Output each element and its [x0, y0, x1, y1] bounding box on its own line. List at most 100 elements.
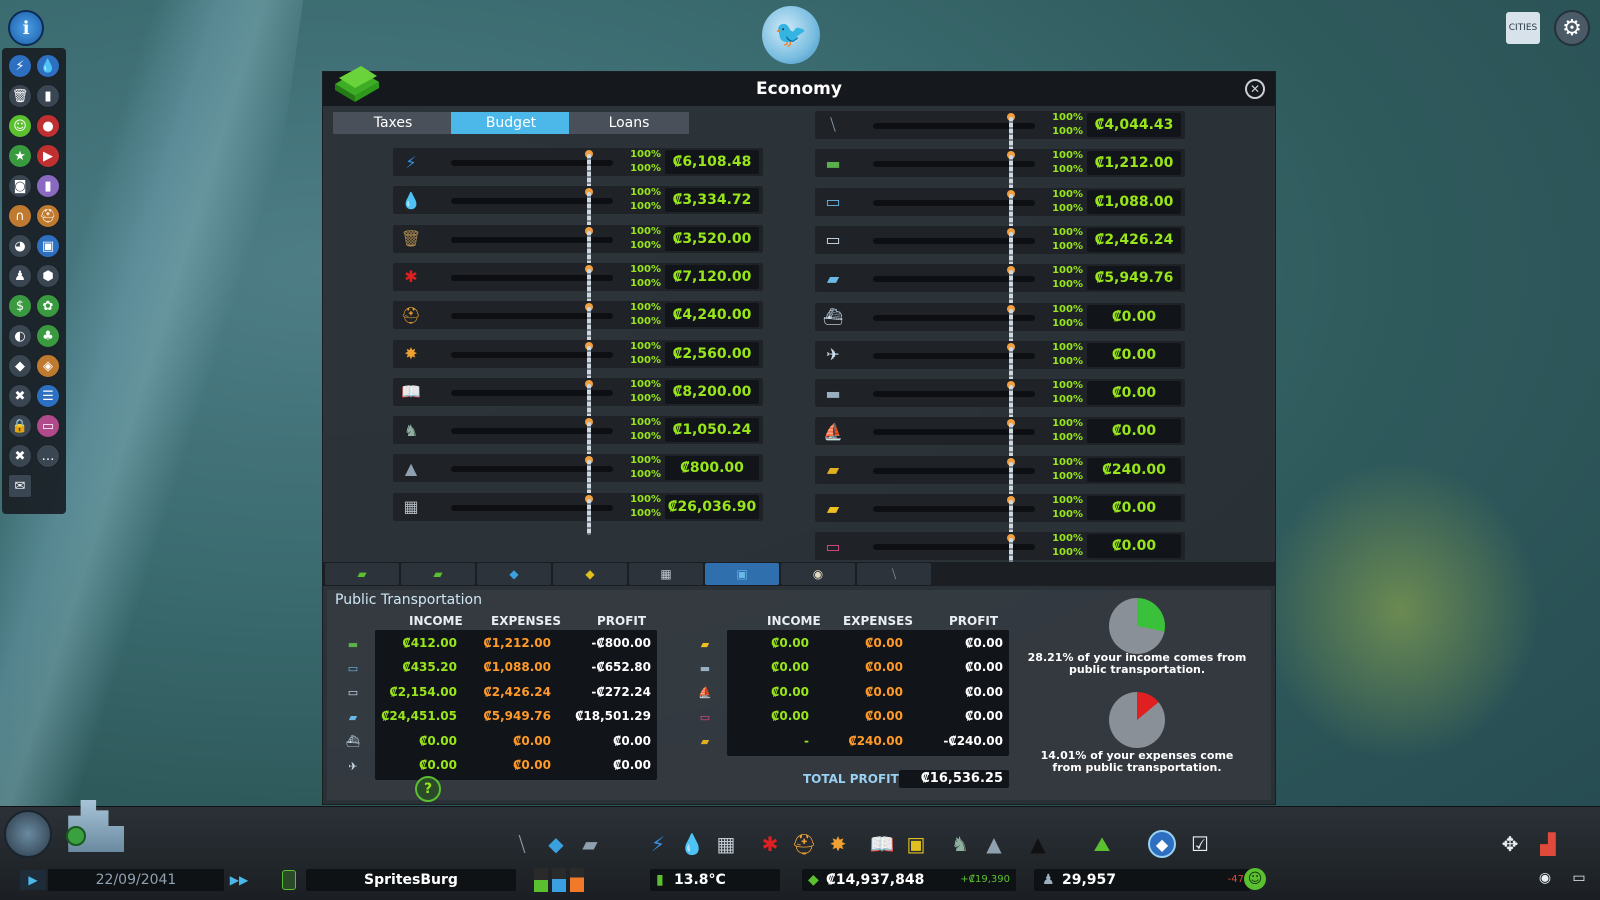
garbage-view-icon[interactable]: 🗑	[8, 84, 32, 108]
budget-slider[interactable]	[873, 381, 1035, 422]
traffic-view-icon[interactable]: ◙	[8, 174, 32, 198]
slider-handle[interactable]	[587, 192, 591, 229]
budget-slider[interactable]	[451, 264, 613, 305]
move-icon[interactable]: ✥	[1496, 830, 1524, 858]
disaster-tool-icon[interactable]: ▲	[1024, 830, 1052, 858]
noise-view-icon[interactable]: ▶	[36, 144, 60, 168]
natural-resources-view-icon[interactable]: ✿	[36, 294, 60, 318]
education-view-icon[interactable]: ▮	[36, 84, 60, 108]
budget-slider[interactable]	[873, 151, 1035, 192]
budget-slider[interactable]	[451, 303, 613, 344]
economy-tool-icon[interactable]: ◆	[1148, 830, 1176, 858]
heating-view-icon[interactable]: ◈	[36, 354, 60, 378]
settings-gear-icon[interactable]: ⚙	[1554, 10, 1590, 46]
districts-icon[interactable]: ▰	[576, 830, 604, 858]
play-button[interactable]: ▶	[20, 870, 46, 890]
roads-icon[interactable]: ⧹	[508, 830, 536, 858]
tab-taxes[interactable]: Taxes	[333, 112, 453, 134]
population-view-icon[interactable]: ♟	[8, 264, 32, 288]
slider-handle[interactable]	[1009, 500, 1013, 536]
slider-handle[interactable]	[587, 383, 591, 420]
budget-slider[interactable]	[873, 304, 1035, 345]
budget-slider[interactable]	[451, 226, 613, 267]
budget-slider[interactable]	[873, 266, 1035, 307]
more-view-icon[interactable]: …	[36, 444, 60, 468]
budget-slider[interactable]	[873, 534, 1035, 575]
close-icon[interactable]: ✕	[1245, 79, 1265, 99]
budget-slider[interactable]	[873, 457, 1035, 498]
chirper-bird-icon[interactable]: 🐦	[762, 6, 820, 64]
fire-safety-view-icon[interactable]: ⛑	[36, 204, 60, 228]
slider-handle[interactable]	[587, 230, 591, 267]
education-tool-icon[interactable]: 📖	[868, 830, 896, 858]
slider-handle[interactable]	[1009, 270, 1013, 307]
districts-view-icon[interactable]: ☰	[36, 384, 60, 408]
parks-tool-icon[interactable]: ♞	[946, 830, 974, 858]
terrain-view-icon[interactable]: ◆	[8, 354, 32, 378]
slider-handle[interactable]	[1009, 231, 1013, 268]
category-tab-money-stack[interactable]: ▰	[401, 563, 475, 585]
favorite-view-icon[interactable]: ★	[8, 144, 32, 168]
slider-handle[interactable]	[587, 268, 591, 305]
slider-handle[interactable]	[587, 345, 591, 382]
water-tool-icon[interactable]: 💧	[678, 830, 706, 858]
budget-slider[interactable]	[873, 227, 1035, 268]
slider-handle[interactable]	[1009, 346, 1013, 383]
policies-icon[interactable]: ☑	[1186, 830, 1214, 858]
pollution-view-icon[interactable]: ◐	[8, 324, 32, 348]
budget-slider[interactable]	[873, 419, 1035, 460]
budget-slider[interactable]	[873, 189, 1035, 230]
fire-tool-icon[interactable]: ⛑	[790, 830, 818, 858]
slider-handle[interactable]	[1009, 193, 1013, 230]
slider-handle[interactable]	[587, 422, 591, 459]
wind-view-icon[interactable]: ▮	[36, 174, 60, 198]
traffic-light-icon[interactable]	[282, 870, 296, 890]
slider-handle[interactable]	[587, 460, 591, 497]
transport-tool-icon[interactable]: ▣	[902, 830, 930, 858]
budget-slider[interactable]	[451, 379, 613, 420]
maintenance-view-icon[interactable]: ✖	[8, 384, 32, 408]
freecamera-icon[interactable]	[4, 810, 52, 858]
budget-slider[interactable]	[451, 418, 613, 459]
tab-loans[interactable]: Loans	[569, 112, 689, 134]
services-view-icon[interactable]: ⬢	[36, 264, 60, 288]
slider-handle[interactable]	[1009, 461, 1013, 498]
budget-slider[interactable]	[451, 494, 613, 535]
slider-handle[interactable]	[587, 307, 591, 344]
slider-handle[interactable]	[1009, 155, 1013, 192]
skylines-logo[interactable]: CITIES	[1506, 12, 1540, 44]
speed-button[interactable]: ▶▶	[226, 870, 252, 890]
police-tool-icon[interactable]: ✸	[824, 830, 852, 858]
category-tab-residential-tax[interactable]: ◆	[477, 563, 551, 585]
category-tab-money[interactable]: ▰	[325, 563, 399, 585]
category-tab-commercial-tax[interactable]: ◆	[553, 563, 627, 585]
zoning-icon[interactable]: ◆	[542, 830, 570, 858]
garbage-tool-icon[interactable]: ▦	[712, 830, 740, 858]
slider-handle[interactable]	[1009, 385, 1013, 422]
transport-view-icon[interactable]: ▣	[36, 234, 60, 258]
city-name[interactable]: SpritesBurg	[306, 869, 516, 891]
milestone-progress-icon[interactable]	[66, 826, 86, 846]
healthcare-tool-icon[interactable]: ✱	[756, 830, 784, 858]
category-tab-transport-tab[interactable]: ▣	[705, 563, 779, 585]
help-button[interactable]: ?	[415, 776, 441, 802]
tourism-view-icon[interactable]: ▭	[36, 414, 60, 438]
budget-slider[interactable]	[873, 113, 1035, 153]
land-value-view-icon[interactable]: $	[8, 294, 32, 318]
budget-slider[interactable]	[873, 496, 1035, 536]
slider-handle[interactable]	[1009, 117, 1013, 153]
slider-handle[interactable]	[587, 498, 591, 535]
electricity-view-icon[interactable]: ⚡	[8, 54, 32, 78]
slider-handle[interactable]	[1009, 423, 1013, 460]
budget-slider[interactable]	[451, 341, 613, 382]
budget-slider[interactable]	[451, 188, 613, 229]
mail-icon[interactable]: ✉	[8, 474, 32, 498]
electricity-tool-icon[interactable]: ⚡	[644, 830, 672, 858]
category-tab-loan-tab[interactable]: ◉	[781, 563, 855, 585]
happiness-view-icon[interactable]: ☺	[8, 114, 32, 138]
menu-button[interactable]: ℹ	[8, 10, 44, 46]
camera-icon[interactable]: ◉	[1532, 870, 1558, 890]
landscaping-tool-icon[interactable]: ⛰	[1088, 830, 1116, 858]
budget-slider[interactable]	[873, 342, 1035, 383]
lock-view-icon[interactable]: 🔒	[8, 414, 32, 438]
